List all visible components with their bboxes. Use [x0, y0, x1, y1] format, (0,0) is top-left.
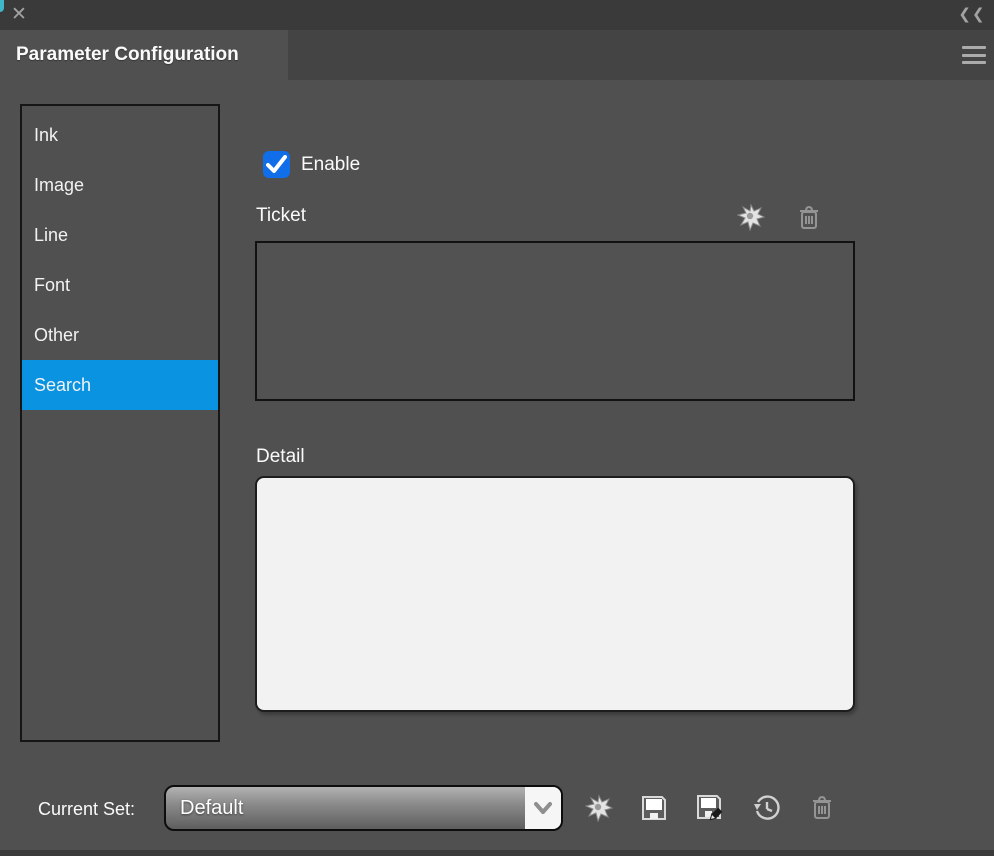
current-set-dropdown[interactable]: Default — [164, 785, 563, 831]
current-set-value: Default — [180, 787, 243, 829]
tab-parameter-configuration[interactable]: Parameter Configuration — [0, 30, 288, 80]
sidebar-item-ink[interactable]: Ink — [22, 110, 218, 160]
sidebar-item-line[interactable]: Line — [22, 210, 218, 260]
enable-checkbox[interactable] — [263, 151, 290, 178]
tab-strip: Parameter Configuration — [0, 30, 994, 80]
new-set-icon[interactable] — [585, 794, 613, 822]
parameter-configuration-panel: ✕ ❮❮ Parameter Configuration Ink Image L… — [0, 0, 994, 856]
new-ticket-icon[interactable] — [737, 203, 765, 231]
save-icon[interactable] — [640, 794, 668, 822]
detail-text-area[interactable] — [255, 476, 855, 712]
panel-titlebar: ✕ ❮❮ — [0, 0, 994, 30]
chevron-down-icon[interactable] — [525, 787, 561, 829]
save-as-icon[interactable] — [696, 794, 724, 822]
detail-label: Detail — [256, 446, 305, 468]
tab-label: Parameter Configuration — [16, 30, 239, 80]
ticket-list-box[interactable] — [255, 241, 855, 401]
delete-ticket-icon[interactable] — [796, 204, 824, 232]
close-icon[interactable]: ✕ — [8, 3, 30, 27]
sidebar-item-image[interactable]: Image — [22, 160, 218, 210]
category-list: Ink Image Line Font Other Search — [20, 104, 220, 742]
current-set-label: Current Set: — [38, 795, 135, 823]
sidebar-item-font[interactable]: Font — [22, 260, 218, 310]
enable-label: Enable — [301, 151, 360, 178]
delete-set-icon[interactable] — [809, 794, 837, 822]
collapse-panel-icon[interactable]: ❮❮ — [958, 4, 986, 26]
sidebar-item-other[interactable]: Other — [22, 310, 218, 360]
sidebar-item-search[interactable]: Search — [22, 360, 218, 410]
ticket-label: Ticket — [256, 205, 306, 227]
panel-menu-icon[interactable] — [962, 45, 986, 65]
history-icon[interactable] — [752, 794, 780, 822]
checkmark-icon — [266, 155, 287, 174]
corner-accent — [0, 0, 4, 12]
panel-bottom-edge — [0, 850, 994, 856]
